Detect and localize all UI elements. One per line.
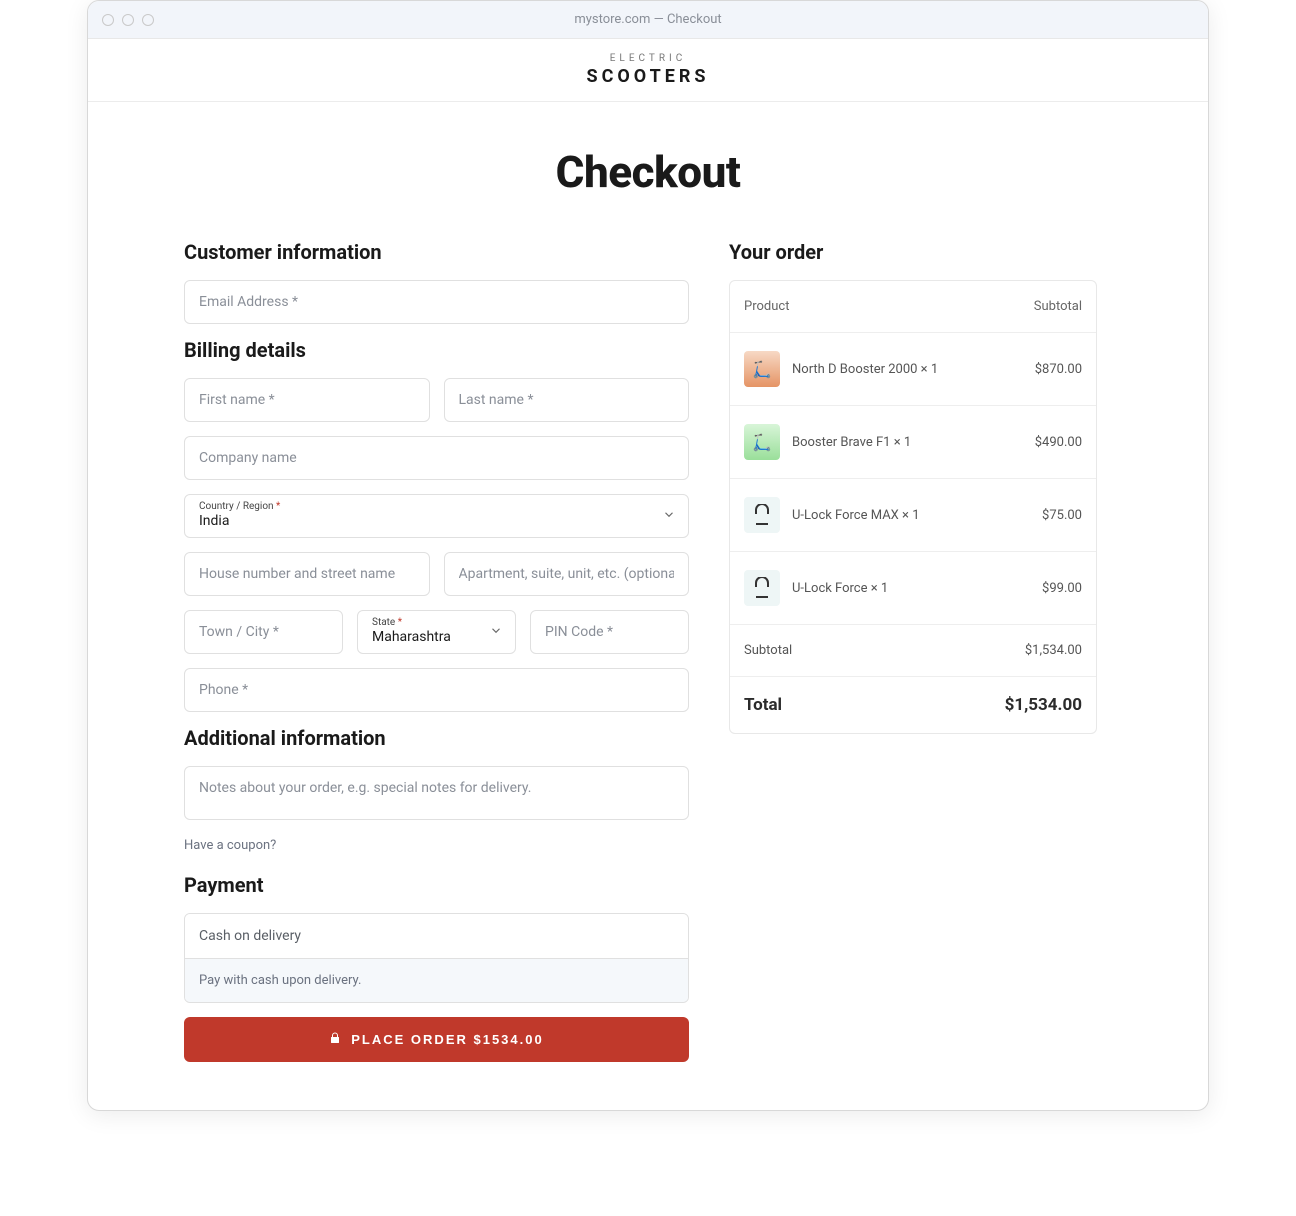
order-item: 🛴 Booster Brave F1 × 1 $490.00 (730, 406, 1096, 479)
product-price: $99.00 (1042, 581, 1082, 596)
order-head-subtotal: Subtotal (1034, 299, 1082, 314)
titlebar: mystore.com — Checkout (88, 1, 1208, 39)
pin-field[interactable] (530, 610, 689, 654)
country-select[interactable]: Country / Region * India (184, 494, 689, 538)
total-label: Total (744, 695, 782, 715)
product-name: Booster Brave F1 × 1 (792, 435, 911, 450)
email-field[interactable] (184, 280, 689, 324)
phone-field[interactable] (184, 668, 689, 712)
order-item: U-Lock Force × 1 $99.00 (730, 552, 1096, 625)
product-thumb (744, 497, 780, 533)
product-name: North D Booster 2000 × 1 (792, 362, 938, 377)
required-mark: * (276, 501, 280, 512)
notes-field[interactable] (184, 766, 689, 820)
order-header-row: Product Subtotal (730, 281, 1096, 333)
section-order: Your order (729, 240, 1097, 264)
street-field[interactable] (184, 552, 430, 596)
checkout-form: Customer information Billing details Cou… (184, 240, 689, 1062)
order-head-product: Product (744, 299, 789, 314)
place-order-button[interactable]: PLACE ORDER $1534.00 (184, 1017, 689, 1062)
first-name-field[interactable] (184, 378, 430, 422)
order-subtotal-row: Subtotal $1,534.00 (730, 625, 1096, 677)
page-title: Checkout (184, 146, 1112, 198)
chevron-down-icon (662, 507, 676, 526)
brand-header: ELECTRIC SCOOTERS (88, 39, 1208, 102)
order-summary: Your order Product Subtotal 🛴 North D Bo… (729, 240, 1097, 734)
apartment-field[interactable] (444, 552, 690, 596)
company-field[interactable] (184, 436, 689, 480)
state-select[interactable]: State * Maharashtra (357, 610, 516, 654)
country-label: Country / Region (199, 501, 274, 512)
required-mark: * (398, 617, 402, 628)
product-price: $490.00 (1035, 435, 1082, 450)
subtotal-label: Subtotal (744, 643, 792, 658)
product-thumb: 🛴 (744, 351, 780, 387)
state-value: Maharashtra (372, 629, 501, 645)
section-additional: Additional information (184, 726, 689, 750)
order-total-row: Total $1,534.00 (730, 677, 1096, 733)
product-price: $870.00 (1035, 362, 1082, 377)
place-order-label: PLACE ORDER $1534.00 (351, 1032, 543, 1047)
product-name: U-Lock Force MAX × 1 (792, 508, 920, 523)
product-price: $75.00 (1042, 508, 1082, 523)
product-thumb: 🛴 (744, 424, 780, 460)
section-billing: Billing details (184, 338, 689, 362)
order-item: 🛴 North D Booster 2000 × 1 $870.00 (730, 333, 1096, 406)
app-window: mystore.com — Checkout ELECTRIC SCOOTERS… (87, 0, 1209, 1111)
window-title: mystore.com — Checkout (88, 12, 1208, 27)
total-value: $1,534.00 (1005, 695, 1082, 715)
payment-description: Pay with cash upon delivery. (185, 958, 688, 1002)
payment-method-box: Cash on delivery Pay with cash upon deli… (184, 913, 689, 1003)
brand-top: ELECTRIC (88, 53, 1208, 64)
product-name: U-Lock Force × 1 (792, 581, 888, 596)
section-customer: Customer information (184, 240, 689, 264)
lock-icon (329, 1031, 341, 1048)
product-thumb (744, 570, 780, 606)
subtotal-value: $1,534.00 (1025, 643, 1082, 658)
chevron-down-icon (489, 623, 503, 642)
brand-main: SCOOTERS (88, 66, 1208, 87)
coupon-link[interactable]: Have a coupon? (184, 838, 689, 853)
payment-method[interactable]: Cash on delivery (185, 914, 688, 958)
section-payment: Payment (184, 873, 689, 897)
state-label: State (372, 617, 395, 628)
country-value: India (199, 513, 674, 529)
city-field[interactable] (184, 610, 343, 654)
last-name-field[interactable] (444, 378, 690, 422)
content: Checkout Customer information Billing de… (88, 102, 1208, 1110)
order-item: U-Lock Force MAX × 1 $75.00 (730, 479, 1096, 552)
